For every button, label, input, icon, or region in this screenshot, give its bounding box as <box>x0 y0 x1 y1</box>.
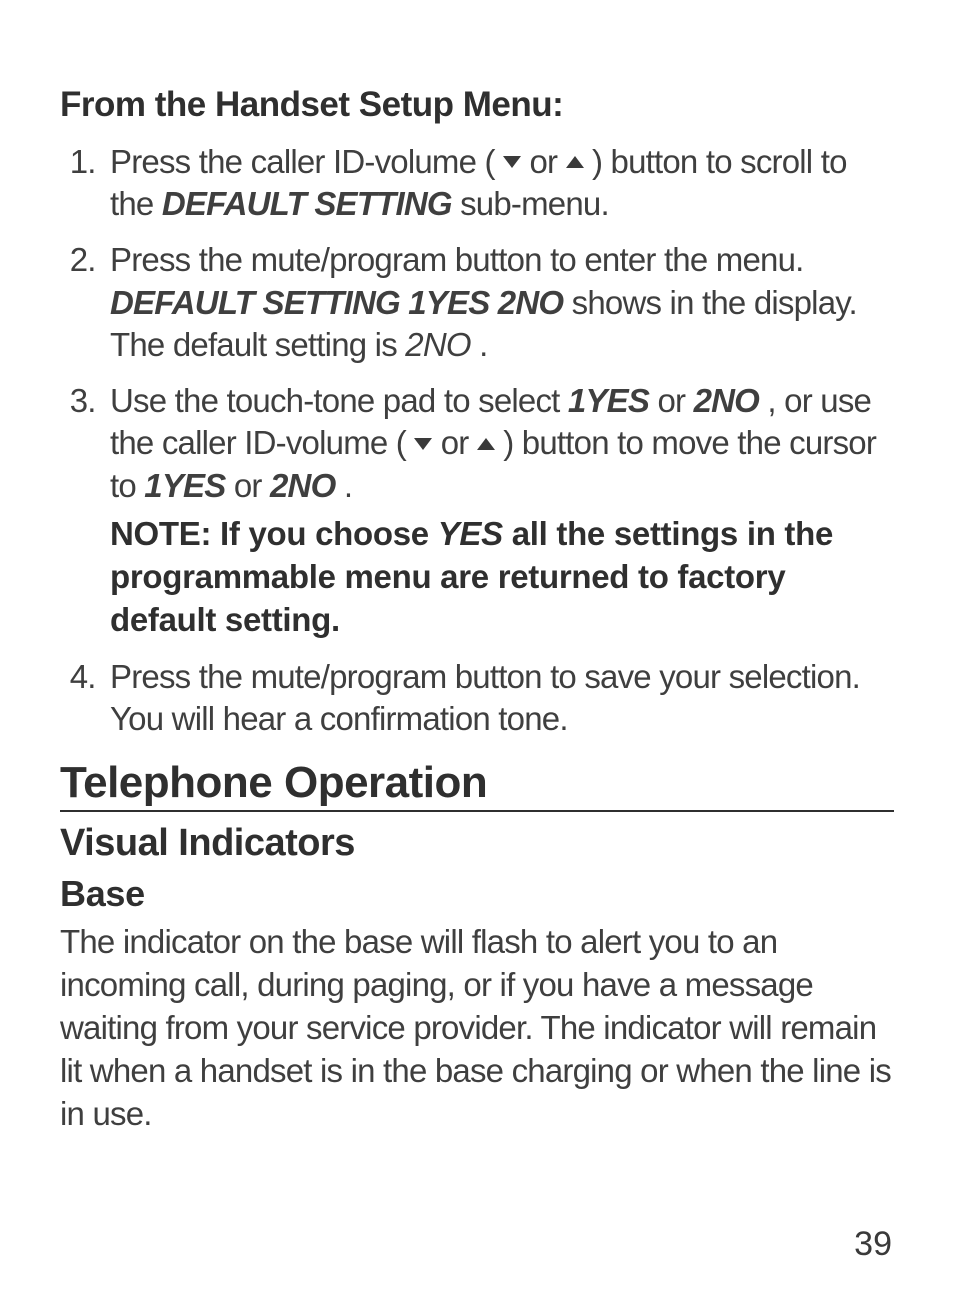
down-triangle-icon <box>414 438 432 450</box>
text: . <box>479 326 487 363</box>
page-number: 39 <box>60 1225 894 1264</box>
text: or <box>234 467 270 504</box>
list-item: Press the caller ID-volume ( or ) button… <box>104 141 894 225</box>
base-paragraph: The indicator on the base will flash to … <box>60 921 894 1135</box>
list-item: Press the mute/program button to enter t… <box>104 239 894 366</box>
text: or <box>441 424 477 461</box>
instruction-list: Press the caller ID-volume ( or ) button… <box>60 141 894 740</box>
text: Use the touch-tone pad to select <box>110 382 568 419</box>
two-no-label: 2NO <box>694 382 759 419</box>
text: . <box>344 467 352 504</box>
down-triangle-icon <box>503 156 521 168</box>
note-block: NOTE: If you choose YES all the settings… <box>110 513 894 642</box>
one-yes-label: 1YES <box>144 467 225 504</box>
text: or <box>657 382 693 419</box>
up-triangle-icon <box>477 438 495 450</box>
setup-menu-heading: From the Handset Setup Menu: <box>60 85 894 125</box>
yes-label: YES <box>438 515 503 552</box>
one-yes-label: 1YES <box>568 382 649 419</box>
text: or <box>529 143 565 180</box>
two-no-label: 2NO <box>405 326 470 363</box>
two-no-label: 2NO <box>270 467 335 504</box>
text: sub-menu. <box>460 185 609 222</box>
text: Press the mute/program button to save yo… <box>110 658 860 737</box>
sub-heading-visual-indicators: Visual Indicators <box>60 822 894 865</box>
text: Press the caller ID-volume ( <box>110 143 503 180</box>
text: Press the mute/program button to enter t… <box>110 241 804 278</box>
sub-heading-base: Base <box>60 873 894 915</box>
list-item: Press the mute/program button to save yo… <box>104 656 894 740</box>
text: NOTE: If you choose <box>110 515 438 552</box>
default-setting-yes-no-label: DEFAULT SETTING 1YES 2NO <box>110 284 563 321</box>
up-triangle-icon <box>566 156 584 168</box>
default-setting-label: DEFAULT SETTING <box>162 185 452 222</box>
list-item: Use the touch-tone pad to select 1YES or… <box>104 380 894 641</box>
section-heading-telephone-operation: Telephone Operation <box>60 758 894 812</box>
